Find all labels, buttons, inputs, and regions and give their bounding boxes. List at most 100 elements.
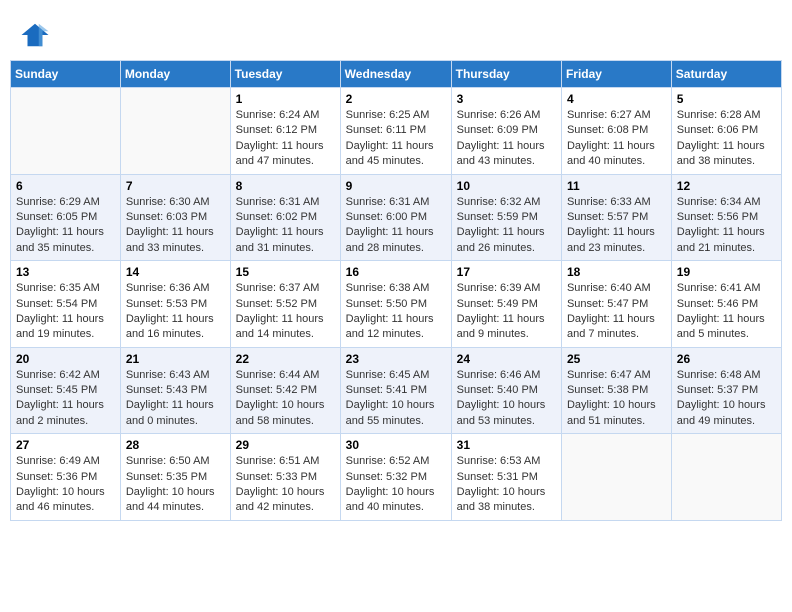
day-info: Sunrise: 6:49 AM Sunset: 5:36 PM Dayligh… (16, 454, 115, 516)
day-number: 10 (457, 179, 556, 193)
day-number: 15 (236, 265, 335, 279)
day-info: Sunrise: 6:25 AM Sunset: 6:11 PM Dayligh… (346, 108, 446, 170)
day-info: Sunrise: 6:38 AM Sunset: 5:50 PM Dayligh… (346, 281, 446, 343)
day-info: Sunrise: 6:45 AM Sunset: 5:41 PM Dayligh… (346, 368, 446, 430)
day-number: 22 (236, 352, 335, 366)
calendar-cell: 2 Sunrise: 6:25 AM Sunset: 6:11 PM Daylig… (340, 88, 451, 175)
day-info: Sunrise: 6:48 AM Sunset: 5:37 PM Dayligh… (677, 368, 776, 430)
calendar-header-row: SundayMondayTuesdayWednesdayThursdayFrid… (11, 61, 782, 88)
calendar-cell: 10 Sunrise: 6:32 AM Sunset: 5:59 PM Dayli… (451, 174, 561, 261)
calendar-cell: 28 Sunrise: 6:50 AM Sunset: 5:35 PM Dayli… (120, 434, 230, 521)
day-of-week-header: Tuesday (230, 61, 340, 88)
day-info: Sunrise: 6:53 AM Sunset: 5:31 PM Dayligh… (457, 454, 556, 516)
calendar-cell: 6 Sunrise: 6:29 AM Sunset: 6:05 PM Daylig… (11, 174, 121, 261)
day-number: 30 (346, 438, 446, 452)
calendar-cell: 5 Sunrise: 6:28 AM Sunset: 6:06 PM Daylig… (671, 88, 781, 175)
calendar-cell: 19 Sunrise: 6:41 AM Sunset: 5:46 PM Dayli… (671, 261, 781, 348)
day-number: 16 (346, 265, 446, 279)
day-of-week-header: Sunday (11, 61, 121, 88)
day-info: Sunrise: 6:33 AM Sunset: 5:57 PM Dayligh… (567, 195, 666, 257)
calendar-table: SundayMondayTuesdayWednesdayThursdayFrid… (10, 60, 782, 521)
calendar-week-row: 20 Sunrise: 6:42 AM Sunset: 5:45 PM Dayli… (11, 347, 782, 434)
day-info: Sunrise: 6:24 AM Sunset: 6:12 PM Dayligh… (236, 108, 335, 170)
day-of-week-header: Wednesday (340, 61, 451, 88)
day-number: 26 (677, 352, 776, 366)
day-number: 8 (236, 179, 335, 193)
day-info: Sunrise: 6:31 AM Sunset: 6:02 PM Dayligh… (236, 195, 335, 257)
day-number: 9 (346, 179, 446, 193)
day-number: 23 (346, 352, 446, 366)
day-number: 24 (457, 352, 556, 366)
day-number: 19 (677, 265, 776, 279)
day-info: Sunrise: 6:28 AM Sunset: 6:06 PM Dayligh… (677, 108, 776, 170)
day-info: Sunrise: 6:47 AM Sunset: 5:38 PM Dayligh… (567, 368, 666, 430)
day-number: 12 (677, 179, 776, 193)
day-info: Sunrise: 6:31 AM Sunset: 6:00 PM Dayligh… (346, 195, 446, 257)
calendar-cell: 11 Sunrise: 6:33 AM Sunset: 5:57 PM Dayli… (561, 174, 671, 261)
day-info: Sunrise: 6:29 AM Sunset: 6:05 PM Dayligh… (16, 195, 115, 257)
calendar-week-row: 13 Sunrise: 6:35 AM Sunset: 5:54 PM Dayli… (11, 261, 782, 348)
day-info: Sunrise: 6:27 AM Sunset: 6:08 PM Dayligh… (567, 108, 666, 170)
calendar-cell: 23 Sunrise: 6:45 AM Sunset: 5:41 PM Dayli… (340, 347, 451, 434)
day-number: 1 (236, 92, 335, 106)
day-number: 28 (126, 438, 225, 452)
calendar-cell: 3Sunrise: 6:26 AM Sunset: 6:09 PM Daylig… (451, 88, 561, 175)
day-number: 11 (567, 179, 666, 193)
calendar-cell: 26 Sunrise: 6:48 AM Sunset: 5:37 PM Dayli… (671, 347, 781, 434)
calendar-cell: 22 Sunrise: 6:44 AM Sunset: 5:42 PM Dayli… (230, 347, 340, 434)
day-number: 13 (16, 265, 115, 279)
day-info: Sunrise: 6:26 AM Sunset: 6:09 PM Dayligh… (457, 108, 556, 170)
calendar-cell: 17Sunrise: 6:39 AM Sunset: 5:49 PM Dayli… (451, 261, 561, 348)
day-number: 25 (567, 352, 666, 366)
calendar-cell: 21Sunrise: 6:43 AM Sunset: 5:43 PM Dayli… (120, 347, 230, 434)
calendar-cell: 9 Sunrise: 6:31 AM Sunset: 6:00 PM Daylig… (340, 174, 451, 261)
day-number: 7 (126, 179, 225, 193)
day-info: Sunrise: 6:35 AM Sunset: 5:54 PM Dayligh… (16, 281, 115, 343)
day-number: 2 (346, 92, 446, 106)
day-number: 21 (126, 352, 225, 366)
day-of-week-header: Thursday (451, 61, 561, 88)
calendar-week-row: 27Sunrise: 6:49 AM Sunset: 5:36 PM Dayli… (11, 434, 782, 521)
day-number: 20 (16, 352, 115, 366)
calendar-cell: 4 Sunrise: 6:27 AM Sunset: 6:08 PM Daylig… (561, 88, 671, 175)
day-info: Sunrise: 6:32 AM Sunset: 5:59 PM Dayligh… (457, 195, 556, 257)
day-of-week-header: Monday (120, 61, 230, 88)
day-number: 5 (677, 92, 776, 106)
logo (20, 20, 54, 50)
calendar-cell: 8 Sunrise: 6:31 AM Sunset: 6:02 PM Daylig… (230, 174, 340, 261)
day-number: 17 (457, 265, 556, 279)
day-info: Sunrise: 6:42 AM Sunset: 5:45 PM Dayligh… (16, 368, 115, 430)
day-info: Sunrise: 6:51 AM Sunset: 5:33 PM Dayligh… (236, 454, 335, 516)
calendar-cell (120, 88, 230, 175)
day-of-week-header: Friday (561, 61, 671, 88)
logo-icon (20, 20, 50, 50)
calendar-cell: 13 Sunrise: 6:35 AM Sunset: 5:54 PM Dayli… (11, 261, 121, 348)
calendar-cell: 20 Sunrise: 6:42 AM Sunset: 5:45 PM Dayli… (11, 347, 121, 434)
calendar-cell: 27Sunrise: 6:49 AM Sunset: 5:36 PM Dayli… (11, 434, 121, 521)
calendar-cell (561, 434, 671, 521)
day-number: 4 (567, 92, 666, 106)
day-info: Sunrise: 6:41 AM Sunset: 5:46 PM Dayligh… (677, 281, 776, 343)
page-header (10, 10, 782, 55)
day-number: 14 (126, 265, 225, 279)
calendar-cell: 15Sunrise: 6:37 AM Sunset: 5:52 PM Dayli… (230, 261, 340, 348)
calendar-cell: 31 Sunrise: 6:53 AM Sunset: 5:31 PM Dayli… (451, 434, 561, 521)
day-info: Sunrise: 6:36 AM Sunset: 5:53 PM Dayligh… (126, 281, 225, 343)
day-info: Sunrise: 6:52 AM Sunset: 5:32 PM Dayligh… (346, 454, 446, 516)
calendar-cell (11, 88, 121, 175)
day-info: Sunrise: 6:50 AM Sunset: 5:35 PM Dayligh… (126, 454, 225, 516)
calendar-cell: 25 Sunrise: 6:47 AM Sunset: 5:38 PM Dayli… (561, 347, 671, 434)
day-info: Sunrise: 6:44 AM Sunset: 5:42 PM Dayligh… (236, 368, 335, 430)
day-number: 18 (567, 265, 666, 279)
day-info: Sunrise: 6:40 AM Sunset: 5:47 PM Dayligh… (567, 281, 666, 343)
calendar-cell (671, 434, 781, 521)
day-info: Sunrise: 6:46 AM Sunset: 5:40 PM Dayligh… (457, 368, 556, 430)
day-info: Sunrise: 6:30 AM Sunset: 6:03 PM Dayligh… (126, 195, 225, 257)
calendar-cell: 1 Sunrise: 6:24 AM Sunset: 6:12 PM Daylig… (230, 88, 340, 175)
calendar-cell: 14 Sunrise: 6:36 AM Sunset: 5:53 PM Dayli… (120, 261, 230, 348)
day-number: 6 (16, 179, 115, 193)
calendar-week-row: 6 Sunrise: 6:29 AM Sunset: 6:05 PM Daylig… (11, 174, 782, 261)
day-number: 31 (457, 438, 556, 452)
calendar-week-row: 1 Sunrise: 6:24 AM Sunset: 6:12 PM Daylig… (11, 88, 782, 175)
calendar-cell: 18 Sunrise: 6:40 AM Sunset: 5:47 PM Dayli… (561, 261, 671, 348)
